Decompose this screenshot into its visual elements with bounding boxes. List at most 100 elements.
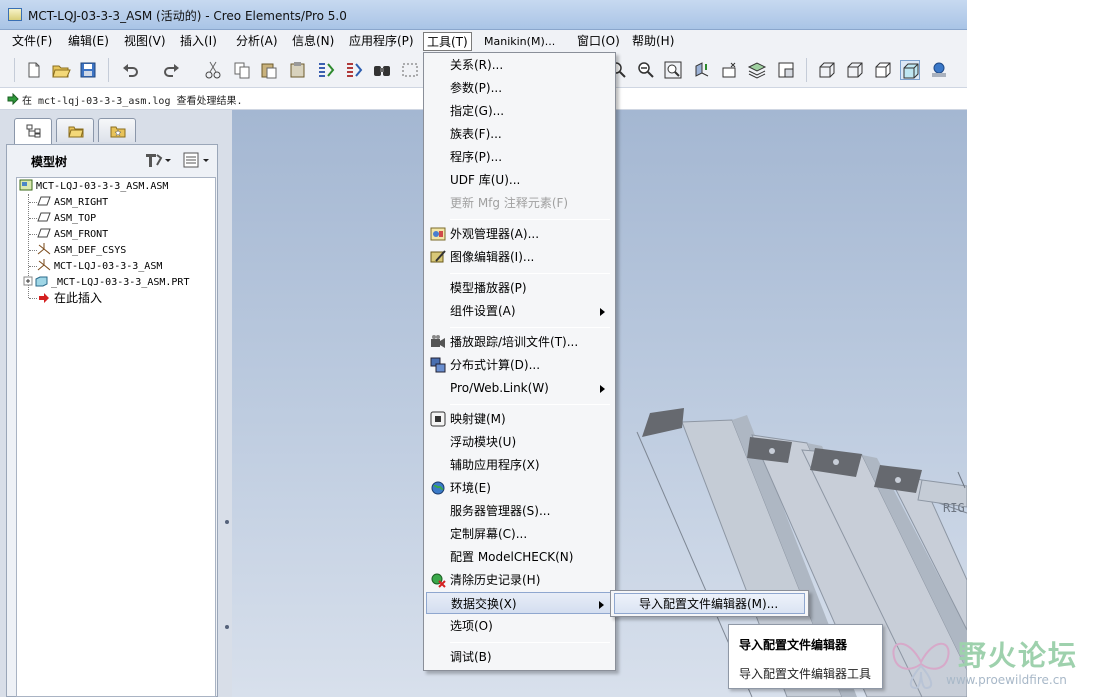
watermark-url: www.proewildfire.cn	[946, 673, 1067, 687]
tree-item-asm-top[interactable]: ASM_TOP	[37, 211, 96, 226]
menu-item-assign[interactable]: 指定(G)...	[426, 100, 613, 122]
navigator-splitter[interactable]	[222, 110, 232, 697]
redo-icon[interactable]	[161, 60, 181, 80]
wireframe-icon[interactable]	[817, 60, 837, 80]
menu-item-debug[interactable]: 调试(B)	[426, 646, 613, 668]
splitter-grip	[225, 625, 229, 629]
favorites-tab[interactable]	[98, 118, 136, 142]
menu-item-options[interactable]: 选项(O)	[426, 615, 613, 637]
tree-item-asm-def-csys[interactable]: ASM_DEF_CSYS	[37, 243, 126, 258]
tree-connector	[29, 218, 37, 219]
application-window: MCT-LQJ-03-3-3_ASM (活动的) - Creo Elements…	[0, 0, 967, 697]
navigator-panel: 模型树 MCT-LQJ-03-3-3_ASM.ASM ASM_RIGHT ASM…	[0, 110, 232, 697]
part-icon	[34, 275, 48, 287]
paste-special-icon[interactable]	[288, 60, 308, 80]
menu-item-family-table[interactable]: 族表(F)...	[426, 123, 613, 145]
undo-icon[interactable]	[121, 60, 141, 80]
toolbar-separator	[806, 58, 807, 82]
datum-plane-icon	[37, 227, 51, 239]
model-tree: MCT-LQJ-03-3-3_ASM.ASM ASM_RIGHT ASM_TOP…	[16, 177, 216, 697]
select-box-icon[interactable]	[400, 60, 420, 80]
tree-item-root-assembly[interactable]: MCT-LQJ-03-3-3_ASM.ASM	[19, 179, 168, 194]
tree-item-asm-right[interactable]: ASM_RIGHT	[37, 195, 108, 210]
expand-plus-icon[interactable]	[21, 275, 33, 287]
menu-analysis[interactable]: 分析(A)	[233, 32, 281, 51]
tools-menu: 关系(R)... 参数(P)... 指定(G)... 族表(F)... 程序(P…	[423, 52, 616, 671]
menu-item-floating-modules[interactable]: 浮动模块(U)	[426, 431, 613, 453]
menu-view[interactable]: 视图(V)	[121, 32, 169, 51]
layers-icon[interactable]	[747, 60, 767, 80]
menu-insert[interactable]: 插入(I)	[177, 32, 220, 51]
zoom-out-icon[interactable]	[636, 60, 656, 80]
tree-item-label: ASM_RIGHT	[54, 197, 109, 208]
enhanced-realism-icon[interactable]	[929, 60, 949, 80]
submenu-arrow-icon	[600, 308, 605, 316]
regen-manager-icon[interactable]	[344, 60, 364, 80]
menu-manikin[interactable]: Manikin(M)...	[481, 32, 558, 51]
menu-item-component-setup[interactable]: 组件设置(A)	[426, 300, 613, 322]
menu-item-distributed-computing[interactable]: 分布式计算(D)...	[426, 354, 613, 376]
tree-item-mct-csys[interactable]: MCT-LQJ-03-3-3_ASM	[37, 259, 162, 274]
menu-item-relations[interactable]: 关系(R)...	[426, 54, 613, 76]
saved-views-icon[interactable]	[720, 60, 740, 80]
menu-item-image-editor[interactable]: 图像编辑器(I)...	[426, 246, 613, 268]
tree-item-label: 在此插入	[54, 291, 103, 305]
menu-edit[interactable]: 编辑(E)	[65, 32, 112, 51]
data-exchange-submenu: 导入配置文件编辑器(M)...	[610, 590, 809, 617]
menu-tools[interactable]: 工具(T)	[423, 32, 472, 51]
menu-item-customize-screen[interactable]: 定制屏幕(C)...	[426, 523, 613, 545]
tooltip-body: 导入配置文件编辑器工具	[739, 667, 872, 681]
open-icon[interactable]	[51, 60, 71, 80]
model-tree-panel: 模型树 MCT-LQJ-03-3-3_ASM.ASM ASM_RIGHT ASM…	[6, 144, 218, 697]
menu-item-server-manager[interactable]: 服务器管理器(S)...	[426, 500, 613, 522]
title-bar: MCT-LQJ-03-3-3_ASM (活动的) - Creo Elements…	[0, 0, 967, 30]
cut-icon[interactable]	[203, 60, 223, 80]
folder-browser-tab[interactable]	[56, 118, 94, 142]
new-icon[interactable]	[24, 60, 44, 80]
menu-item-udf-library[interactable]: UDF 库(U)...	[426, 169, 613, 191]
menu-item-pro-web-link[interactable]: Pro/Web.Link(W)	[426, 377, 613, 399]
view-manager-icon[interactable]	[776, 60, 796, 80]
tree-item-part[interactable]: _MCT-LQJ-03-3-3_ASM.PRT	[21, 275, 189, 290]
menu-item-mapkeys[interactable]: 映射键(M)	[426, 408, 613, 430]
tooltip: 导入配置文件编辑器 导入配置文件编辑器工具	[728, 624, 883, 689]
distributed-icon	[430, 357, 446, 373]
menu-item-program[interactable]: 程序(P)...	[426, 146, 613, 168]
menu-item-environment[interactable]: 环境(E)	[426, 477, 613, 499]
reorient-icon[interactable]	[692, 60, 712, 80]
hidden-line-icon[interactable]	[845, 60, 865, 80]
tree-item-insert-here[interactable]: 在此插入	[37, 291, 102, 306]
paste-icon[interactable]	[259, 60, 279, 80]
tools-wrench-icon	[146, 154, 171, 167]
menu-bar: 文件(F) 编辑(E) 视图(V) 插入(I) 分析(A) 信息(N) 应用程序…	[0, 30, 967, 52]
menu-separator	[450, 273, 610, 274]
regenerate-icon[interactable]	[316, 60, 336, 80]
menu-file[interactable]: 文件(F)	[9, 32, 55, 51]
menu-item-play-trail[interactable]: 播放跟踪/培训文件(T)...	[426, 331, 613, 353]
menu-help[interactable]: 帮助(H)	[629, 32, 677, 51]
menu-item-data-exchange[interactable]: 数据交换(X)	[426, 592, 613, 614]
tree-settings-button[interactable]	[143, 151, 173, 169]
no-hidden-icon[interactable]	[873, 60, 893, 80]
menu-info[interactable]: 信息(N)	[289, 32, 337, 51]
menu-item-auxiliary-applications[interactable]: 辅助应用程序(X)	[426, 454, 613, 476]
menu-applications[interactable]: 应用程序(P)	[346, 32, 417, 51]
copy-icon[interactable]	[232, 60, 252, 80]
menu-item-appearance-manager[interactable]: 外观管理器(A)...	[426, 223, 613, 245]
butterfly-logo-icon	[892, 642, 950, 690]
menu-window[interactable]: 窗口(O)	[574, 32, 623, 51]
refit-icon[interactable]	[663, 60, 683, 80]
tree-columns-button[interactable]	[182, 151, 212, 169]
find-icon[interactable]	[372, 60, 392, 80]
save-icon[interactable]	[78, 60, 98, 80]
datum-plane-icon	[37, 195, 51, 207]
menu-item-parameters[interactable]: 参数(P)...	[426, 77, 613, 99]
menu-item-model-player[interactable]: 模型播放器(P)	[426, 277, 613, 299]
shading-icon[interactable]	[900, 60, 920, 80]
menu-item-modelcheck[interactable]: 配置 ModelCHECK(N)	[426, 546, 613, 568]
model-tree-header: 模型树	[7, 145, 217, 175]
submenu-item-import-config-editor[interactable]: 导入配置文件编辑器(M)...	[614, 593, 805, 614]
model-tree-tab[interactable]	[14, 118, 52, 144]
tree-item-asm-front[interactable]: ASM_FRONT	[37, 227, 108, 242]
menu-item-clear-history[interactable]: 清除历史记录(H)	[426, 569, 613, 591]
